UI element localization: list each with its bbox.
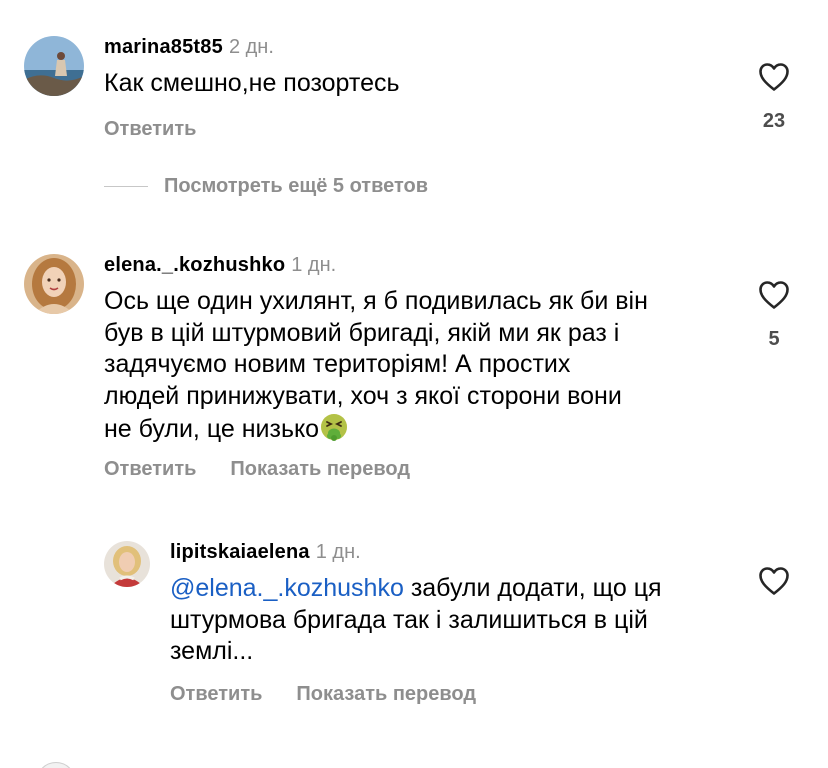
like-count: 23 [762,110,786,132]
avatar-next-comment[interactable] [36,762,76,768]
comment-text-line: @elena._.kozhushko забули додати, що ця [170,573,750,605]
comment-text-line: штурмова бригада так і залишиться в цій [170,605,648,634]
reply-button[interactable]: Ответить [104,118,196,141]
comment-text-line: Ось ще один ухилянт, я б подивилась як б… [104,287,648,315]
view-more-replies[interactable]: Посмотреть ещё 5 ответов [104,175,428,198]
comment-text: Ось ще один ухилянт, я б подивилась як б… [104,286,744,446]
avatar-photo [24,36,84,96]
comment-text-line: задячуємо новим територіям! А простих [104,350,571,378]
avatar[interactable] [24,36,84,96]
comment-text: Как смешно,не позортесь [104,69,400,97]
timestamp: 2 дн. [228,36,274,58]
heart-icon [759,281,789,309]
comment-text-line: був в цій штурмовий бригаді, якій ми як … [104,318,620,347]
comment-text-line: не були, це низько [104,415,320,443]
comment-text-line-part: забули додати, що ця [403,574,662,602]
username[interactable]: marina85t85 [104,36,223,58]
nauseated-face-icon [321,414,348,441]
timestamp: 1 дн. [315,541,361,563]
comment-meta: elena._.kozhushko 1 дн. [104,254,336,277]
timestamp: 1 дн. [291,254,337,276]
view-more-replies-label[interactable]: Посмотреть ещё 5 ответов [164,175,428,197]
like-button[interactable] [757,566,791,596]
reply-button[interactable]: Ответить [104,458,196,481]
translate-button[interactable]: Показать перевод [296,683,476,706]
comment-actions: Ответить [104,118,196,141]
username[interactable]: elena._.kozhushko [104,254,285,276]
comment-text: @elena._.kozhushko забули додати, що ця … [170,573,750,668]
comment-actions: Ответить Показать перевод [104,458,410,481]
username[interactable]: lipitskaiaelena [170,541,310,563]
comment-meta: marina85t85 2 дн. [104,36,274,59]
avatar-photo [104,541,150,587]
comment-meta: lipitskaiaelena 1 дн. [170,541,361,564]
replies-divider [104,186,148,187]
heart-icon [759,567,789,595]
comment-actions: Ответить Показать перевод [170,683,476,706]
comment-text-line-last: не були, це низько [104,412,744,446]
avatar[interactable] [104,541,150,587]
comment-text-line: людей принижувати, хоч з якої сторони во… [104,381,622,410]
heart-icon [759,63,789,91]
avatar-photo [24,254,84,314]
like-button[interactable] [757,62,791,92]
reply-button[interactable]: Ответить [170,683,262,706]
mention-link[interactable]: @elena._.kozhushko [170,574,404,602]
like-button[interactable] [757,280,791,310]
translate-button[interactable]: Показать перевод [230,458,410,481]
like-count: 5 [768,328,780,350]
comment-text-line: землі... [170,637,254,665]
avatar[interactable] [24,254,84,314]
